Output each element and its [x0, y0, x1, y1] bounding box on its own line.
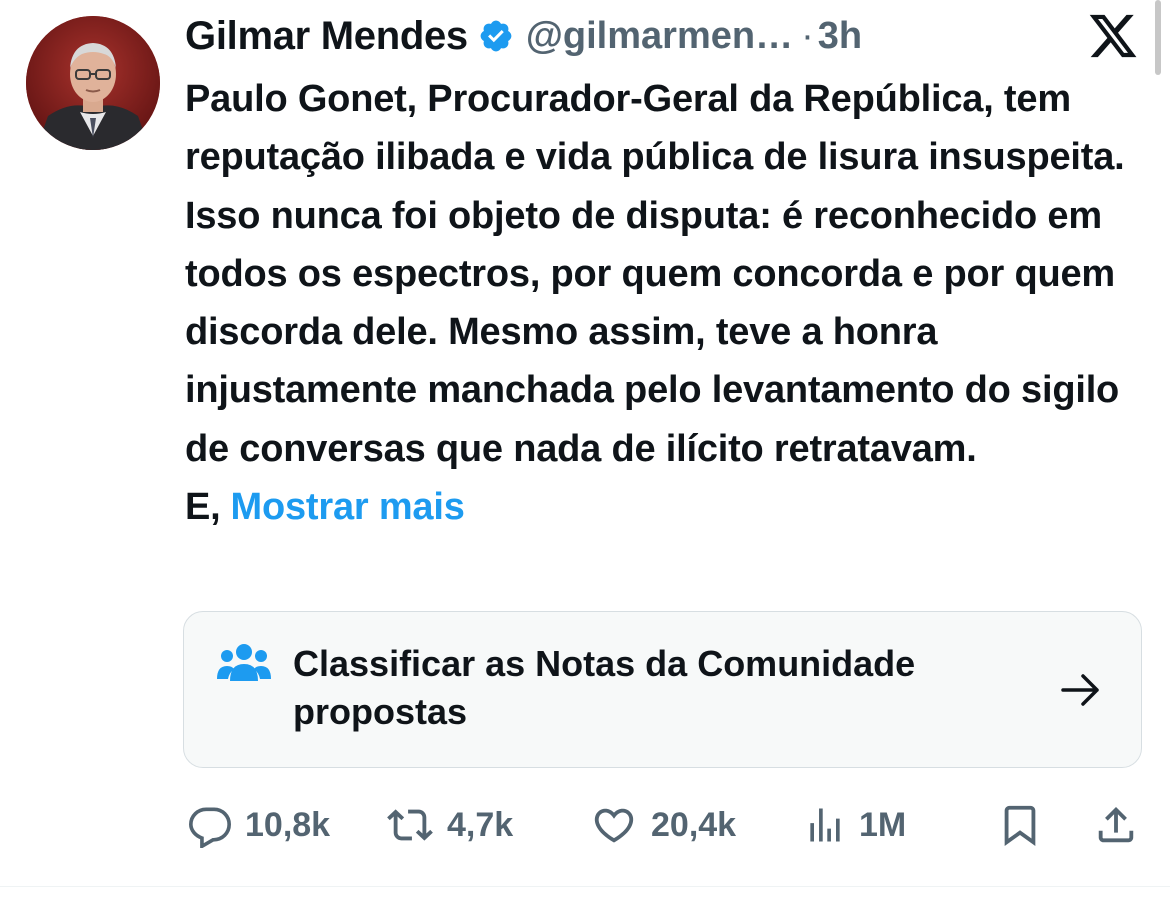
views-count: 1M	[859, 805, 907, 844]
scrollbar[interactable]	[1155, 0, 1161, 75]
reply-count: 10,8k	[245, 805, 331, 844]
like-count: 20,4k	[651, 805, 737, 844]
community-notes-label: Classificar as Notas da Comunidade propo…	[293, 643, 916, 732]
reply-icon	[187, 802, 233, 848]
bookmark-icon	[997, 800, 1043, 850]
verified-badge-icon[interactable]	[478, 18, 514, 54]
tweet-text: Paulo Gonet, Procurador-Geral da Repúbli…	[185, 70, 1145, 536]
retweet-count: 4,7k	[447, 805, 514, 844]
reply-button[interactable]: 10,8k	[187, 795, 330, 855]
divider	[0, 886, 1170, 887]
arrow-right-icon	[1059, 670, 1103, 710]
separator-dot: ·	[801, 14, 814, 57]
views-button[interactable]: 1M	[803, 795, 906, 855]
tweet-timestamp[interactable]: 3h	[818, 15, 862, 58]
tweet-card: Gilmar Mendes @gilmarmen… · 3h Paulo Gon…	[0, 0, 1170, 905]
retweet-button[interactable]: 4,7k	[385, 795, 513, 855]
tweet-body: Paulo Gonet, Procurador-Geral da Repúbli…	[185, 78, 1125, 529]
tweet-header: Gilmar Mendes @gilmarmen… · 3h	[185, 12, 862, 60]
heart-icon	[589, 802, 639, 848]
bookmark-button[interactable]	[997, 795, 1043, 855]
share-icon	[1093, 800, 1139, 850]
community-notes-card[interactable]: Classificar as Notas da Comunidade propo…	[183, 611, 1142, 768]
community-people-icon	[217, 643, 271, 683]
like-button[interactable]: 20,4k	[589, 795, 736, 855]
avatar[interactable]	[26, 16, 160, 150]
action-bar: 10,8k 4,7k 20,4k 1M	[185, 795, 1145, 855]
author-handle[interactable]: @gilmarmen…	[526, 15, 793, 58]
show-more-link[interactable]: Mostrar mais	[231, 486, 465, 528]
views-icon	[803, 802, 847, 848]
share-button[interactable]	[1093, 795, 1139, 855]
author-name[interactable]: Gilmar Mendes	[185, 14, 468, 59]
retweet-icon	[385, 802, 435, 848]
x-logo-icon	[1087, 10, 1139, 62]
